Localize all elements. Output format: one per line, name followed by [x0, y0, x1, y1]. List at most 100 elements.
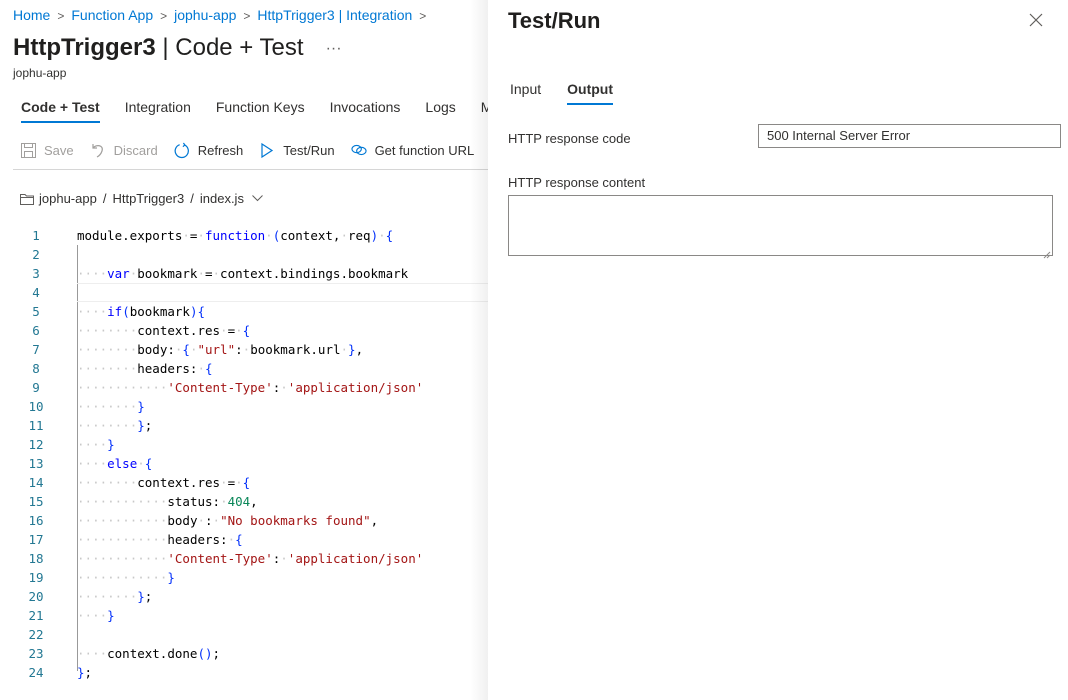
link-icon: [350, 142, 367, 158]
tab-output[interactable]: Output: [567, 81, 613, 105]
code-text: ············headers:·{: [77, 532, 243, 547]
code-line[interactable]: 5 ····if(bookmark){: [0, 302, 488, 321]
close-icon[interactable]: [1028, 12, 1048, 32]
more-options-icon[interactable]: ···: [326, 40, 342, 57]
chevron-right-icon: >: [243, 9, 251, 23]
code-text: ········};: [77, 589, 153, 604]
code-line[interactable]: 10 ········}: [0, 397, 488, 416]
toolbar-divider: [13, 169, 488, 170]
line-number: 21: [28, 608, 44, 623]
function-tabs: Code + Test Integration Function Keys In…: [21, 99, 488, 123]
code-text: ········context.res·=·{: [77, 323, 251, 338]
response-content-label: HTTP response content: [508, 175, 646, 190]
code-line[interactable]: 23 ····context.done();: [0, 644, 488, 663]
refresh-button[interactable]: Refresh: [174, 142, 244, 158]
code-line[interactable]: 12 ····}: [0, 435, 488, 454]
line-number: 19: [28, 570, 44, 585]
panel-title: Test/Run: [508, 8, 601, 33]
code-line[interactable]: 18 ············'Content-Type':·'applicati…: [0, 549, 488, 568]
code-line[interactable]: 13 ····else·{: [0, 454, 488, 473]
tab-code-test[interactable]: Code + Test: [21, 99, 100, 123]
breadcrumb-home[interactable]: Home: [13, 7, 50, 23]
code-text: ····else·{: [77, 456, 153, 471]
code-editor[interactable]: 1 module.exports·=·function·(context,·req…: [0, 226, 488, 682]
response-code-field[interactable]: 500 Internal Server Error: [758, 124, 1061, 148]
save-button[interactable]: Save: [20, 142, 74, 158]
code-text: ····var·bookmark·=·context.bindings.book…: [77, 266, 409, 281]
refresh-label: Refresh: [197, 142, 244, 158]
file-path-selector[interactable]: jophu-app / HttpTrigger3 / index.js: [20, 191, 263, 206]
code-line[interactable]: 8 ········headers:·{: [0, 359, 488, 378]
code-text: module.exports·=·function·(context,·req)…: [77, 228, 394, 243]
line-number: 2: [32, 247, 40, 262]
line-number: 13: [28, 456, 44, 471]
code-text: };: [77, 665, 93, 680]
panel-shadow: [470, 0, 488, 700]
folder-icon: [20, 193, 34, 205]
breadcrumb: Home > Function App > jophu-app > HttpTrigger3…: [13, 7, 433, 23]
code-text: ····context.done();: [77, 646, 221, 661]
breadcrumb-app[interactable]: jophu-app: [174, 7, 236, 23]
code-line[interactable]: 4: [0, 283, 488, 302]
path-function: HttpTrigger3: [112, 191, 185, 206]
code-text: ············status:·404,: [77, 494, 258, 509]
line-number: 1: [32, 228, 40, 243]
save-icon: [20, 142, 36, 158]
code-text: ············}: [77, 570, 175, 585]
breadcrumb-integration[interactable]: HttpTrigger3 | Integration: [257, 7, 412, 23]
code-line[interactable]: 15 ············status:·404,: [0, 492, 488, 511]
title-section: Code + Test: [175, 34, 304, 61]
code-line[interactable]: 9 ············'Content-Type':·'applicatio…: [0, 378, 488, 397]
code-line[interactable]: 1 module.exports·=·function·(context,·req…: [0, 226, 488, 245]
line-number: 3: [32, 266, 40, 281]
code-line[interactable]: 11 ········};: [0, 416, 488, 435]
code-line[interactable]: 19 ············}: [0, 568, 488, 587]
function-editor-page: Home > Function App > jophu-app > HttpTrigger3…: [0, 0, 488, 700]
chevron-right-icon: >: [57, 9, 65, 23]
chevron-down-icon[interactable]: [252, 195, 263, 202]
line-number: 17: [28, 532, 44, 547]
tab-integration[interactable]: Integration: [125, 99, 191, 123]
tab-function-keys[interactable]: Function Keys: [216, 99, 305, 123]
code-text: ············'Content-Type':·'application…: [77, 380, 424, 395]
code-line[interactable]: 14 ········context.res·=·{: [0, 473, 488, 492]
play-icon: [259, 142, 275, 158]
line-number: 24: [28, 665, 44, 680]
discard-label: Discard: [113, 142, 158, 158]
line-number: 22: [28, 627, 44, 642]
tab-invocations[interactable]: Invocations: [330, 99, 401, 123]
undo-icon: [90, 142, 106, 158]
code-text: ········}: [77, 399, 145, 414]
line-number: 12: [28, 437, 44, 452]
test-run-button[interactable]: Test/Run: [259, 142, 335, 158]
code-line[interactable]: 21 ····}: [0, 606, 488, 625]
code-line[interactable]: 2: [0, 245, 488, 264]
code-text: ····}: [77, 437, 115, 452]
get-function-url-button[interactable]: Get function URL: [350, 142, 474, 158]
code-line[interactable]: 16 ············body·:·"No bookmarks found…: [0, 511, 488, 530]
code-line[interactable]: 6 ········context.res·=·{: [0, 321, 488, 340]
line-number: 5: [32, 304, 40, 319]
function-name: HttpTrigger3: [13, 34, 156, 61]
line-number: 15: [28, 494, 44, 509]
code-line[interactable]: 17 ············headers:·{: [0, 530, 488, 549]
code-text: ········body:·{·"url":·bookmark.url·},: [77, 342, 364, 357]
discard-button[interactable]: Discard: [90, 142, 158, 158]
code-line[interactable]: 22: [0, 625, 488, 644]
code-line[interactable]: 24};: [0, 663, 488, 682]
tab-logs[interactable]: Logs: [425, 99, 455, 123]
breadcrumb-function-app[interactable]: Function App: [71, 7, 153, 23]
toolbar: Save Discard Refresh Test/Run Get functi…: [20, 142, 488, 158]
chevron-right-icon: >: [160, 9, 168, 23]
code-line[interactable]: 20 ········};: [0, 587, 488, 606]
resize-grip-icon[interactable]: [1043, 246, 1051, 259]
line-number: 7: [32, 342, 40, 357]
line-number: 16: [28, 513, 44, 528]
line-number: 18: [28, 551, 44, 566]
chevron-right-icon: >: [419, 9, 427, 23]
response-content-textarea[interactable]: [508, 195, 1053, 259]
tab-input[interactable]: Input: [510, 81, 541, 105]
code-line[interactable]: 3 ····var·bookmark·=·context.bindings.boo…: [0, 264, 488, 283]
code-text: ········headers:·{: [77, 361, 213, 376]
code-line[interactable]: 7 ········body:·{·"url":·bookmark.url·},: [0, 340, 488, 359]
